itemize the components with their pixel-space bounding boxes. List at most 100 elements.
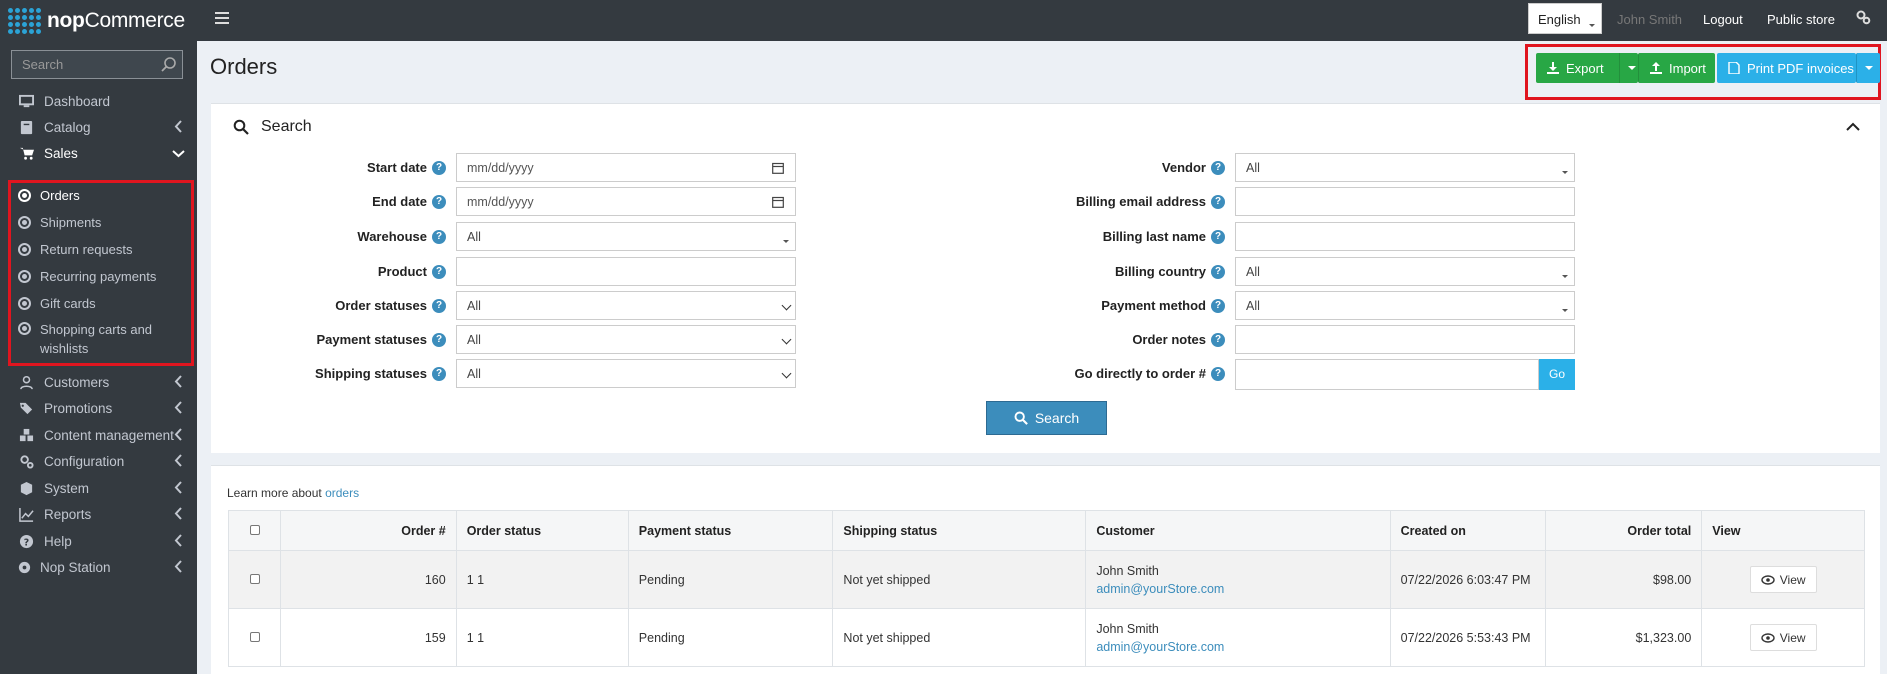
sidebar-item-label: Help <box>44 533 72 549</box>
learn-more-orders-link[interactable]: orders <box>325 486 359 500</box>
language-select[interactable]: English <box>1528 3 1602 34</box>
help-icon[interactable]: ? <box>432 265 446 279</box>
row-checkbox[interactable] <box>249 631 260 642</box>
column-header-order-total[interactable]: Order total <box>1544 510 1703 551</box>
go-button[interactable]: Go <box>1539 359 1575 390</box>
payment-statuses-label: Payment statuses <box>316 332 427 347</box>
help-icon[interactable]: ? <box>1211 367 1225 381</box>
print-pdf-invoices-button[interactable]: Print PDF invoices <box>1717 53 1856 83</box>
billing-email-input[interactable] <box>1235 187 1575 216</box>
order-notes-input[interactable] <box>1235 325 1575 354</box>
help-icon[interactable]: ? <box>432 195 446 209</box>
sidebar-item-sales[interactable]: Sales <box>0 138 197 168</box>
help-icon[interactable]: ? <box>1211 161 1225 175</box>
help-icon[interactable]: ? <box>1211 299 1225 313</box>
shipping-statuses-label: Shipping statuses <box>315 366 427 381</box>
customer-email-link[interactable]: admin@yourStore.com <box>1096 582 1379 596</box>
chevron-up-icon[interactable] <box>1846 122 1860 132</box>
calendar-icon[interactable] <box>772 196 784 208</box>
help-icon[interactable]: ? <box>1211 333 1225 347</box>
nopcommerce-logo[interactable]: nopCommerce <box>0 0 197 41</box>
billing-country-label: Billing country <box>1115 264 1206 279</box>
view-order-button[interactable]: View <box>1749 624 1817 651</box>
order-statuses-select[interactable]: All <box>456 291 796 320</box>
payment-method-select[interactable]: All <box>1235 291 1575 320</box>
chevron-left-icon <box>174 454 182 467</box>
billing-last-name-input[interactable] <box>1235 222 1575 251</box>
start-date-label: Start date <box>367 160 427 175</box>
chevron-left-icon <box>174 507 182 520</box>
upload-icon <box>1650 62 1662 74</box>
help-icon[interactable]: ? <box>432 333 446 347</box>
hamburger-menu-icon[interactable] <box>215 11 229 25</box>
split-divider <box>1618 53 1620 83</box>
calendar-icon[interactable] <box>772 162 784 174</box>
warehouse-select[interactable]: All <box>456 222 796 251</box>
caret-down-icon[interactable] <box>1627 66 1636 74</box>
billing-country-select[interactable]: All <box>1235 257 1575 286</box>
logout-link[interactable]: Logout <box>1703 12 1743 27</box>
chevron-left-icon <box>174 534 182 547</box>
view-label: View <box>1779 630 1806 645</box>
eye-icon <box>1761 632 1775 643</box>
shipping-statuses-select[interactable]: All <box>456 359 796 388</box>
product-input[interactable] <box>456 257 796 286</box>
search-icon[interactable] <box>160 56 178 74</box>
help-icon[interactable]: ? <box>432 161 446 175</box>
view-order-button[interactable]: View <box>1749 566 1817 593</box>
sidebar-item-nop-station[interactable]: Nop Station <box>0 552 197 582</box>
gears-icon[interactable] <box>1855 9 1871 25</box>
import-button[interactable]: Import <box>1638 53 1715 83</box>
sidebar-item-promotions[interactable]: Promotions <box>0 393 197 423</box>
help-icon[interactable]: ? <box>432 299 446 313</box>
search-submit-label: Search <box>1034 410 1080 426</box>
print-pdf-dropdown-toggle[interactable] <box>1856 53 1880 83</box>
help-icon[interactable]: ? <box>1211 195 1225 209</box>
column-header-shipping-status[interactable]: Shipping status <box>832 510 1087 551</box>
column-header-payment-status[interactable]: Payment status <box>627 510 834 551</box>
view-cell: View <box>1701 608 1865 667</box>
sidebar-search-input[interactable] <box>12 51 152 78</box>
payment-status-cell: Pending <box>627 550 834 609</box>
column-header-created-on[interactable]: Created on <box>1389 510 1546 551</box>
sidebar-item-label: Promotions <box>44 400 113 416</box>
customer-name: John Smith <box>1096 563 1159 578</box>
sidebar-item-configuration[interactable]: Configuration <box>0 446 197 476</box>
shipping-status-cell: Not yet shipped <box>832 608 1087 667</box>
search-submit-button[interactable]: Search <box>986 401 1107 435</box>
chevron-left-icon <box>174 120 182 133</box>
help-icon[interactable]: ? <box>432 367 446 381</box>
go-to-order-label: Go directly to order # <box>1074 366 1206 381</box>
sidebar-item-label: Dashboard <box>44 93 111 109</box>
cubes-icon <box>19 428 34 441</box>
vendor-select[interactable]: All <box>1235 153 1575 182</box>
highlight-sales-submenu <box>8 180 194 366</box>
row-checkbox[interactable] <box>249 573 260 584</box>
book-icon <box>20 120 33 134</box>
customer-email-link[interactable]: admin@yourStore.com <box>1096 640 1379 654</box>
public-store-link[interactable]: Public store <box>1767 12 1835 27</box>
print-pdf-label: Print PDF invoices <box>1747 60 1854 76</box>
caret-down-icon <box>1864 66 1873 74</box>
go-to-order-input[interactable] <box>1235 359 1539 390</box>
column-header-order-number[interactable]: Order # <box>280 510 457 551</box>
column-header-customer[interactable]: Customer <box>1085 510 1391 551</box>
sidebar-item-reports[interactable]: Reports <box>0 499 197 529</box>
select-all-checkbox[interactable] <box>249 524 260 535</box>
logo-text: nopCommerce <box>47 8 185 32</box>
cube-icon <box>20 481 33 495</box>
order-notes-label: Order notes <box>1132 332 1206 347</box>
payment-statuses-select[interactable]: All <box>456 325 796 354</box>
end-date-input[interactable]: mm/dd/yyyy <box>456 187 796 216</box>
current-user-link[interactable]: John Smith <box>1617 12 1682 27</box>
search-panel-header[interactable]: Search <box>233 118 312 136</box>
column-header-order-status[interactable]: Order status <box>455 510 629 551</box>
help-icon[interactable]: ? <box>1211 230 1225 244</box>
export-button[interactable]: Export <box>1536 53 1638 83</box>
start-date-input[interactable]: mm/dd/yyyy <box>456 153 796 182</box>
learn-more-text: Learn more about orders <box>227 486 359 500</box>
help-icon[interactable]: ? <box>432 230 446 244</box>
sidebar-item-label: Catalog <box>44 119 91 135</box>
warehouse-label: Warehouse <box>357 229 427 244</box>
help-icon[interactable]: ? <box>1211 265 1225 279</box>
